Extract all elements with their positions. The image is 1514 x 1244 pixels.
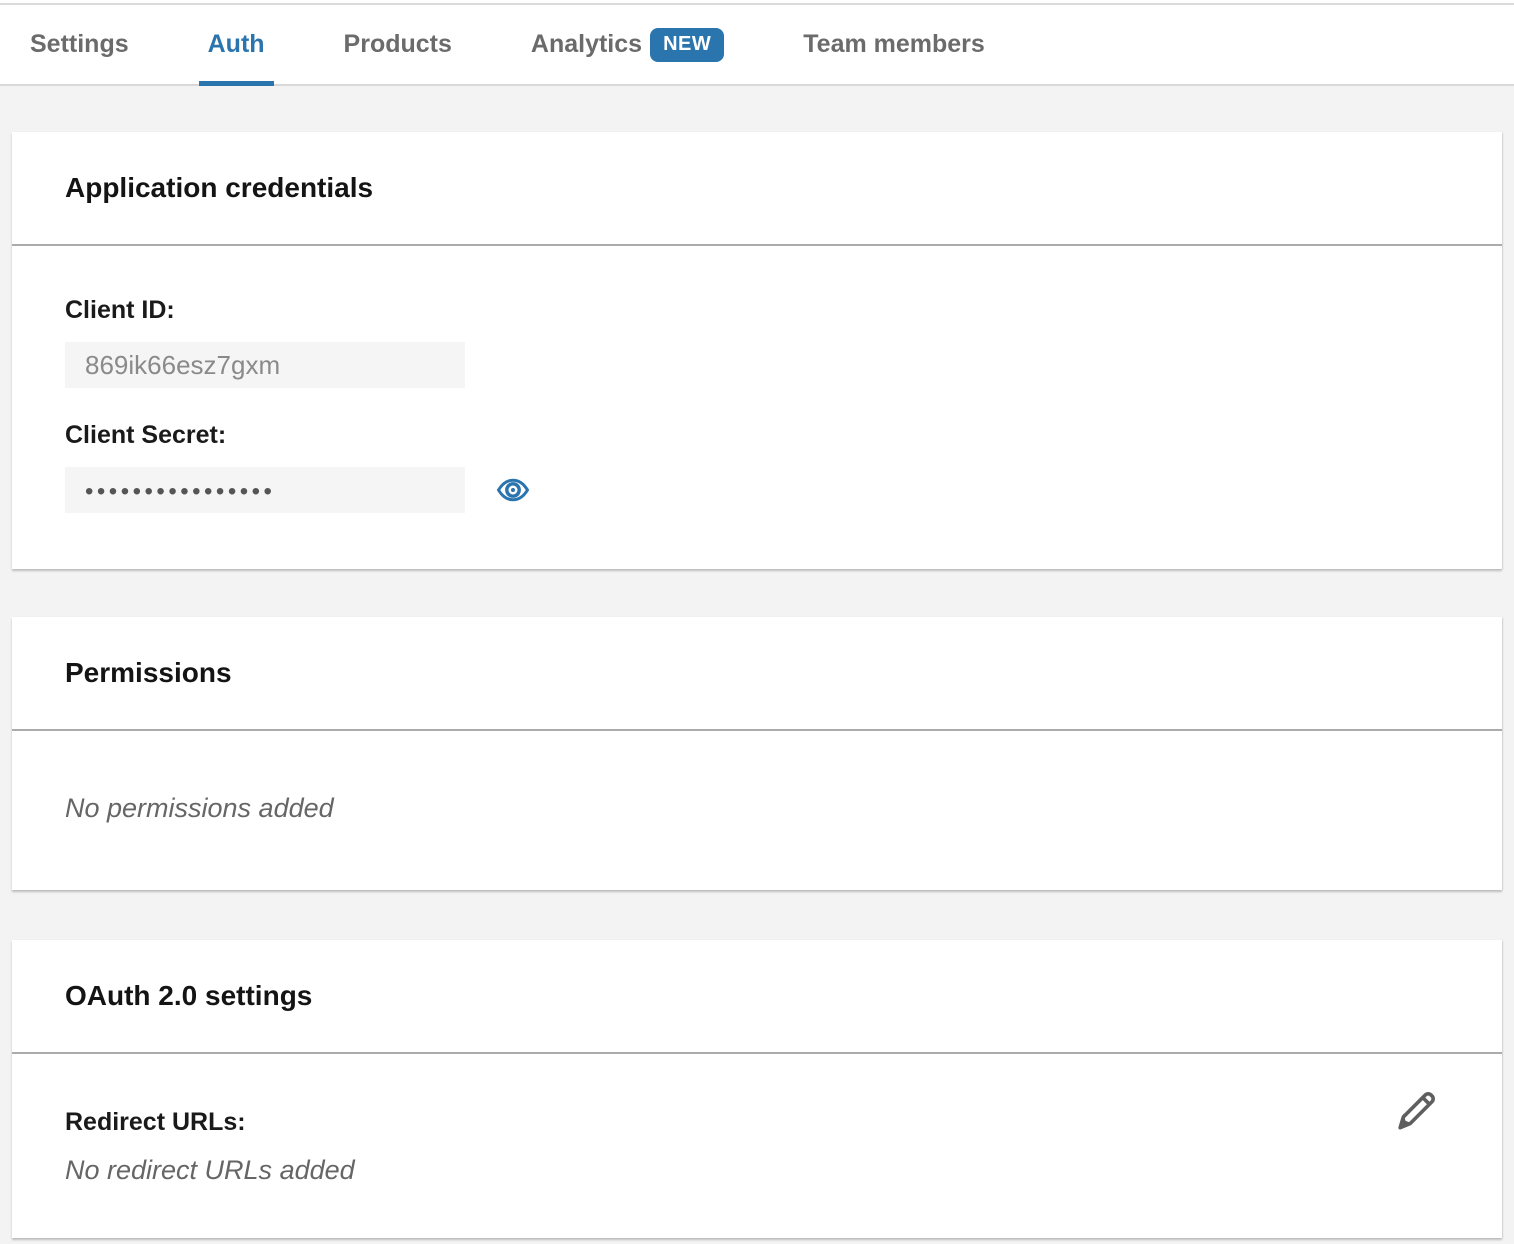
permissions-header: Permissions (12, 617, 1502, 731)
client-secret-field[interactable]: •••••••••••••••• (65, 467, 465, 513)
oauth-settings-header: OAuth 2.0 settings (12, 940, 1502, 1054)
tab-team-members[interactable]: Team members (794, 5, 994, 84)
client-id-value: 869ik66esz7gxm (85, 350, 280, 381)
reveal-secret-button[interactable] (495, 472, 531, 508)
oauth-settings-card: OAuth 2.0 settings Redirect URLs: No red… (12, 940, 1502, 1238)
application-credentials-header: Application credentials (12, 132, 1502, 246)
application-credentials-body: Client ID: 869ik66esz7gxm Client Secret:… (12, 246, 1502, 569)
permissions-body: No permissions added (12, 731, 1502, 890)
tab-analytics[interactable]: Analytics NEW (522, 5, 733, 84)
tab-products[interactable]: Products (335, 5, 461, 84)
new-badge: NEW (650, 28, 724, 62)
edit-redirect-urls-button[interactable] (1394, 1086, 1440, 1134)
app-tab-bar: Settings Auth Products Analytics NEW Tea… (0, 5, 1514, 86)
client-id-field[interactable]: 869ik66esz7gxm (65, 342, 465, 388)
active-tab-underline (199, 81, 274, 86)
client-secret-masked-value: •••••••••••••••• (85, 474, 275, 506)
client-secret-label: Client Secret: (65, 421, 1502, 450)
tab-auth[interactable]: Auth (199, 5, 274, 84)
eye-icon (495, 472, 531, 508)
redirect-urls-label: Redirect URLs: (65, 1108, 1440, 1137)
application-credentials-title: Application credentials (65, 172, 373, 204)
pencil-icon (1394, 1086, 1440, 1134)
tab-team-members-label: Team members (803, 30, 985, 59)
tab-settings-label: Settings (30, 30, 129, 59)
tab-analytics-label: Analytics (531, 30, 642, 59)
oauth-settings-title: OAuth 2.0 settings (65, 980, 312, 1012)
redirect-urls-empty-text: No redirect URLs added (65, 1155, 1440, 1186)
application-credentials-card: Application credentials Client ID: 869ik… (12, 132, 1502, 569)
client-id-label: Client ID: (65, 296, 1502, 325)
permissions-title: Permissions (65, 657, 232, 689)
oauth-settings-body: Redirect URLs: No redirect URLs added (12, 1054, 1502, 1238)
permissions-empty-text: No permissions added (65, 793, 1502, 824)
tab-auth-label: Auth (208, 30, 265, 59)
tab-products-label: Products (344, 30, 452, 59)
client-secret-row: •••••••••••••••• (65, 467, 1502, 513)
permissions-card: Permissions No permissions added (12, 617, 1502, 890)
tab-settings[interactable]: Settings (21, 5, 138, 84)
